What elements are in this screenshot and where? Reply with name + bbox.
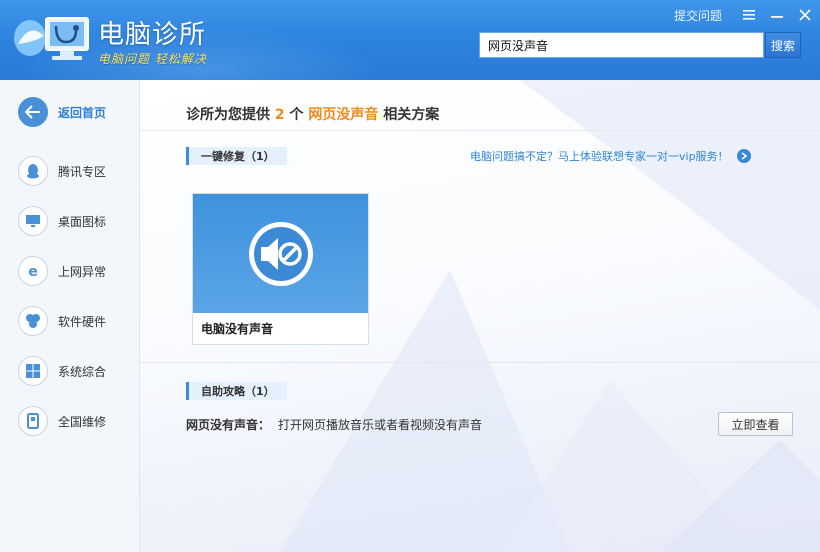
fix-card[interactable]: 电脑没有声音 bbox=[192, 193, 369, 345]
search-button[interactable]: 搜索 bbox=[765, 32, 801, 58]
main-panel: 诊所为您提供 2 个 网页没声音 相关方案 一键修复（1） 电脑问题搞不定？马上… bbox=[140, 80, 820, 552]
result-count: 2 bbox=[274, 107, 285, 123]
sidebar-item-label: 腾讯专区 bbox=[58, 164, 107, 179]
submit-issue-link[interactable]: 提交问题 bbox=[674, 7, 722, 24]
card-title[interactable]: 电脑没有声音 bbox=[193, 313, 368, 344]
vip-service-link[interactable]: 电脑问题搞不定？马上体验联想专家一对一vip服务！ bbox=[470, 148, 751, 164]
guide-item: 网页没有声音： 打开网页播放音乐或者看视频没有声音 bbox=[186, 416, 482, 433]
result-keyword: 网页没声音 bbox=[308, 107, 379, 123]
svg-text:e: e bbox=[28, 264, 38, 279]
sidebar-item-label: 返回首页 bbox=[58, 105, 107, 120]
result-prefix: 诊所为您提供 bbox=[186, 107, 270, 123]
windows-icon bbox=[18, 356, 48, 386]
divider bbox=[140, 130, 820, 131]
phone-icon bbox=[18, 406, 48, 436]
sidebar-item-label: 上网异常 bbox=[58, 264, 107, 279]
app-title: 电脑诊所 bbox=[98, 20, 207, 50]
view-now-button[interactable]: 立即查看 bbox=[718, 412, 793, 436]
guide-title: 网页没有声音： bbox=[186, 418, 271, 432]
menu-icon[interactable] bbox=[740, 6, 758, 24]
sidebar-item-desktop[interactable]: 桌面图标 bbox=[18, 205, 106, 237]
window-controls: 提交问题 bbox=[674, 6, 814, 24]
minimize-icon[interactable] bbox=[768, 6, 786, 24]
sidebar-item-home[interactable]: 返回首页 bbox=[18, 96, 106, 128]
sidebar-item-label: 全国维修 bbox=[58, 414, 107, 429]
guide-description: 打开网页播放音乐或者看视频没有声音 bbox=[278, 418, 483, 432]
title-bar: 电脑诊所 电脑问题 轻松解决 提交问题 搜索 bbox=[0, 0, 820, 80]
sidebar-item-repair[interactable]: 全国维修 bbox=[18, 405, 106, 437]
back-arrow-icon bbox=[18, 97, 48, 127]
monitor-icon bbox=[18, 206, 48, 236]
result-suffix: 相关方案 bbox=[383, 107, 440, 123]
quick-fix-section-label: 一键修复（1） bbox=[186, 147, 287, 165]
result-summary: 诊所为您提供 2 个 网页没声音 相关方案 bbox=[186, 104, 439, 124]
qq-penguin-icon bbox=[18, 156, 48, 186]
sidebar-item-label: 桌面图标 bbox=[58, 214, 107, 229]
card-image[interactable] bbox=[193, 194, 368, 313]
search-field[interactable] bbox=[479, 32, 764, 58]
search-input[interactable] bbox=[488, 38, 755, 52]
sidebar-item-label: 软件硬件 bbox=[58, 314, 107, 329]
result-unit: 个 bbox=[289, 107, 304, 123]
divider bbox=[140, 362, 820, 363]
ie-browser-icon: e bbox=[18, 256, 48, 286]
sidebar-item-tencent[interactable]: 腾讯专区 bbox=[18, 155, 106, 187]
speaker-muted-icon bbox=[248, 221, 313, 286]
sidebar-item-system[interactable]: 系统综合 bbox=[18, 355, 106, 387]
self-help-section-label: 自助攻略（1） bbox=[186, 382, 287, 400]
app-logo-icon bbox=[14, 17, 89, 60]
sidebar-item-label: 系统综合 bbox=[58, 364, 107, 379]
app-slogan: 电脑问题 轻松解决 bbox=[98, 52, 207, 66]
sidebar-item-network[interactable]: e 上网异常 bbox=[18, 255, 106, 287]
hardware-icon bbox=[18, 306, 48, 336]
close-icon[interactable] bbox=[796, 6, 814, 24]
sidebar: 返回首页 腾讯专区 桌面图标 e 上网异常 软件硬件 系统综合 全国维修 bbox=[0, 80, 140, 552]
arrow-right-icon[interactable] bbox=[736, 149, 751, 163]
vip-service-text[interactable]: 电脑问题搞不定？马上体验联想专家一对一vip服务！ bbox=[470, 148, 729, 164]
sidebar-item-hardware[interactable]: 软件硬件 bbox=[18, 305, 106, 337]
